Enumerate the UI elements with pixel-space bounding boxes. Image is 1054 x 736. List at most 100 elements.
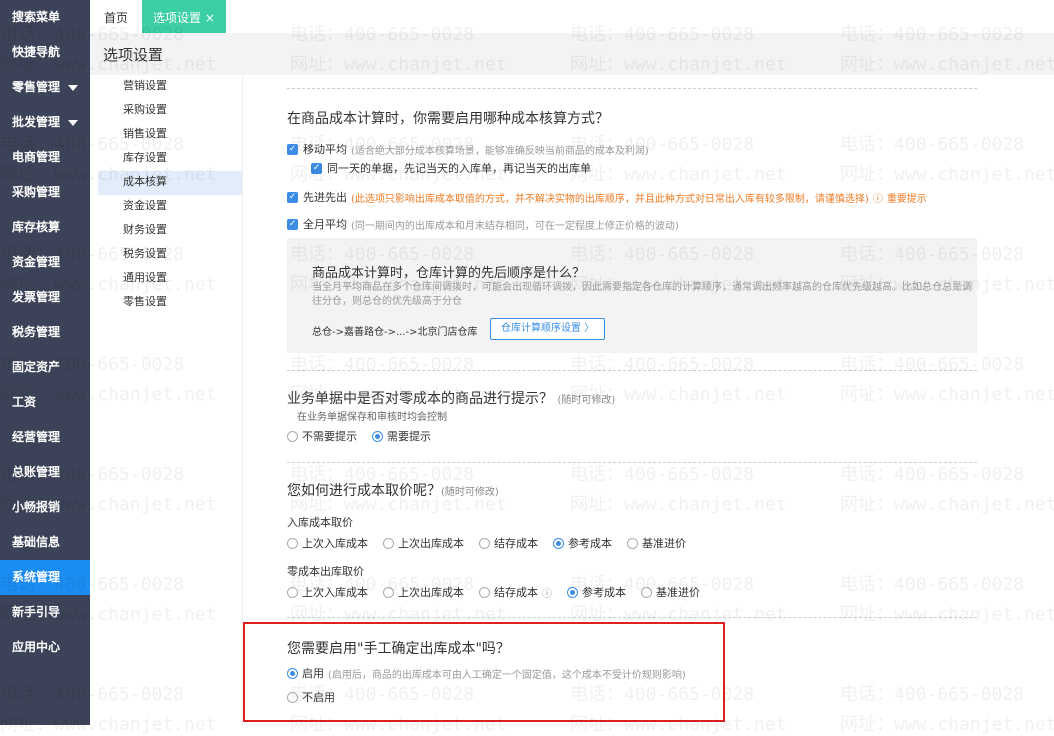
radio-icon[interactable] xyxy=(479,537,490,549)
sidebar-item[interactable]: 批发管理 xyxy=(0,105,90,140)
radio-icon[interactable] xyxy=(383,537,394,549)
settings-nav-item[interactable]: 零售设置 xyxy=(98,291,242,315)
sidebar-item[interactable]: 固定资产 xyxy=(0,350,90,385)
sidebar-item[interactable]: 系统管理 xyxy=(0,560,90,595)
radio-label: 需要提示 xyxy=(387,430,431,443)
watermark-text: 网址：www.chanjet.net xyxy=(570,164,787,185)
sidebar-item[interactable]: 新手引导 xyxy=(0,595,90,630)
sidebar-item[interactable]: 小畅报销 xyxy=(0,490,90,525)
out-cost-radio-group: 上次入库成本 上次出库成本 结存成本 ⓘ 参考成本 基准进价 xyxy=(287,584,715,600)
radio-icon[interactable] xyxy=(479,586,490,598)
radio-label: 结存成本 xyxy=(494,586,538,599)
watermark-text: 网址：www.chanjet.net xyxy=(840,164,1054,185)
radio-label: 上次出库成本 xyxy=(398,586,464,599)
sidebar-item[interactable]: 快捷导航 xyxy=(0,35,90,70)
radio-option[interactable]: 上次入库成本 xyxy=(287,584,368,600)
radio-option[interactable]: 参考成本 xyxy=(567,584,626,600)
sidebar-item[interactable]: 零售管理 xyxy=(0,70,90,105)
watermark-text: 电话：400-665-0028 xyxy=(570,354,755,375)
sidebar-item[interactable]: 应用中心 xyxy=(0,630,90,665)
divider xyxy=(287,370,977,371)
sidebar-item[interactable]: 总账管理 xyxy=(0,455,90,490)
checkbox-checked-icon[interactable]: ✓ xyxy=(287,218,298,230)
settings-nav-item[interactable]: 销售设置 xyxy=(98,123,242,147)
watermark-text: 电话：400-665-0028 xyxy=(840,134,1025,155)
important-tip-link[interactable]: 重要提示 xyxy=(887,190,927,205)
radio-selected-icon[interactable] xyxy=(553,537,564,549)
monthly-average-option[interactable]: ✓ 全月平均 (同一期间内的出库成本和月末结存相同，可在一定程度上修正价格的波动) xyxy=(287,216,679,232)
sidebar-item[interactable]: 资金管理 xyxy=(0,245,90,280)
radio-option[interactable]: 结存成本 xyxy=(479,535,538,551)
sidebar-item[interactable]: 发票管理 xyxy=(0,280,90,315)
radio-option[interactable]: 基准进价 xyxy=(627,535,686,551)
sidebar-item-label: 零售管理 xyxy=(12,80,61,94)
watermark-text: 网址：www.chanjet.net xyxy=(840,384,1054,405)
radio-icon[interactable] xyxy=(287,430,298,442)
radio-label: 上次入库成本 xyxy=(302,586,368,599)
radio-option[interactable]: 上次出库成本 xyxy=(383,535,464,551)
zero-cost-sub: 在业务单据保存和审核时均会控制 xyxy=(297,412,447,423)
close-icon[interactable]: × xyxy=(205,11,215,25)
settings-nav-item[interactable]: 库存设置 xyxy=(98,147,242,171)
settings-nav-item[interactable]: 资金设置 xyxy=(98,195,242,219)
divider xyxy=(287,617,977,618)
radio-label: 参考成本 xyxy=(568,537,612,550)
radio-icon[interactable] xyxy=(287,537,298,549)
radio-option[interactable]: 需要提示 xyxy=(372,428,431,444)
checkbox-checked-icon[interactable]: ✓ xyxy=(287,143,298,155)
help-icon: ⓘ xyxy=(542,588,552,600)
radio-option[interactable]: 上次出库成本 xyxy=(383,584,464,600)
sidebar-item-label: 采购管理 xyxy=(12,185,61,199)
out-cost-label: 零成本出库取价 xyxy=(287,565,364,578)
radio-icon[interactable] xyxy=(383,586,394,598)
same-day-option[interactable]: ✓ 同一天的单据，先记当天的入库单，再记当天的出库单 xyxy=(311,160,591,176)
radio-option[interactable]: 不需要提示 xyxy=(287,428,357,444)
sidebar-item[interactable]: 采购管理 xyxy=(0,175,90,210)
settings-nav-item[interactable]: 营销设置 xyxy=(98,75,242,99)
warehouse-order-button[interactable]: 仓库计算顺序设置 〉 xyxy=(490,318,606,340)
radio-option[interactable]: 基准进价 xyxy=(641,584,700,600)
watermark-text: 电话：400-665-0028 xyxy=(840,354,1025,375)
radio-label: 参考成本 xyxy=(582,586,626,599)
radio-option[interactable]: 上次入库成本 xyxy=(287,535,368,551)
checkbox-checked-icon[interactable]: ✓ xyxy=(311,162,322,174)
sidebar-item[interactable]: 搜索菜单 xyxy=(0,0,90,35)
caret-down-icon xyxy=(68,120,78,126)
radio-label: 基准进价 xyxy=(656,586,700,599)
radio-selected-icon[interactable] xyxy=(567,586,578,598)
radio-icon[interactable] xyxy=(287,586,298,598)
watermark-text: 电话：400-665-0028 xyxy=(840,684,1025,705)
watermark-text: 电话：400-665-0028 xyxy=(290,354,475,375)
settings-nav-item[interactable]: 通用设置 xyxy=(98,267,242,291)
checkbox-checked-icon[interactable]: ✓ xyxy=(287,191,298,203)
sidebar-item[interactable]: 库存核算 xyxy=(0,210,90,245)
divider xyxy=(287,88,977,89)
fifo-option[interactable]: ✓ 先进先出 (此选项只影响出库成本取值的方式，并不解决实物的出库顺序，并且此种方式… xyxy=(287,189,927,205)
sidebar-item[interactable]: 工资 xyxy=(0,385,90,420)
header-bar xyxy=(90,33,1054,75)
sidebar-item-label: 批发管理 xyxy=(12,115,61,129)
radio-option[interactable]: 参考成本 xyxy=(553,535,612,551)
moving-average-option[interactable]: ✓ 移动平均 (适合绝大部分成本核算场景，能够准确反映当前商品的成本及利润) xyxy=(287,141,649,157)
settings-nav-item[interactable]: 采购设置 xyxy=(98,99,242,123)
radio-icon[interactable] xyxy=(641,586,652,598)
sidebar-item-label: 快捷导航 xyxy=(12,45,61,59)
in-cost-radio-group: 上次入库成本 上次出库成本 结存成本 参考成本 基准进价 xyxy=(287,535,701,551)
settings-nav-item[interactable]: 成本核算 xyxy=(98,171,242,195)
tab-home[interactable]: 首页 xyxy=(104,0,128,33)
sidebar-item[interactable]: 经营管理 xyxy=(0,420,90,455)
radio-icon[interactable] xyxy=(627,537,638,549)
tab-options-label: 选项设置 xyxy=(153,11,202,25)
sidebar-item-label: 新手引导 xyxy=(12,605,61,619)
sidebar-item[interactable]: 税务管理 xyxy=(0,315,90,350)
radio-label: 基准进价 xyxy=(642,537,686,550)
tab-options[interactable]: 选项设置 × xyxy=(142,0,226,33)
sidebar-item[interactable]: 基础信息 xyxy=(0,525,90,560)
radio-option[interactable]: 结存成本 ⓘ xyxy=(479,584,552,600)
settings-nav-item[interactable]: 税务设置 xyxy=(98,243,242,267)
sidebar-item-label: 电商管理 xyxy=(12,150,61,164)
settings-nav-item[interactable]: 财务设置 xyxy=(98,219,242,243)
radio-selected-icon[interactable] xyxy=(372,430,383,442)
sidebar-item[interactable]: 电商管理 xyxy=(0,140,90,175)
settings-nav: 营销设置 采购设置 销售设置 库存设置 成本核算 资金设置 财务设置 税务设置 通用设置 零售设置 xyxy=(98,75,243,725)
